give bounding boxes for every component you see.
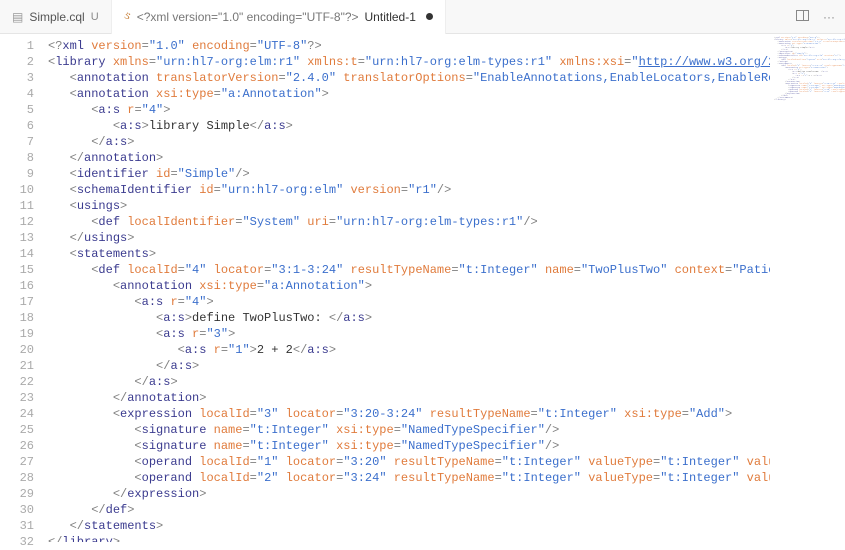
tab-untitled-1[interactable]: ઙ <?xml version="1.0" encoding="UTF-8"?>… xyxy=(112,0,446,34)
line-number: 14 xyxy=(0,246,34,262)
dirty-indicator-icon xyxy=(426,13,433,20)
line-number: 1 xyxy=(0,38,34,54)
code-line: <a:s r="3"> xyxy=(48,326,770,342)
code-line: <identifier id="Simple"/> xyxy=(48,166,770,182)
tab-modified-badge: U xyxy=(91,11,99,23)
line-number: 16 xyxy=(0,278,34,294)
tab-label: Simple.cql xyxy=(29,10,84,24)
line-number: 3 xyxy=(0,70,34,86)
more-actions-icon[interactable]: ··· xyxy=(823,10,835,24)
line-number: 26 xyxy=(0,438,34,454)
line-number: 10 xyxy=(0,182,34,198)
editor-actions: ··· xyxy=(796,10,845,24)
code-line: </a:s> xyxy=(48,374,770,390)
line-number: 28 xyxy=(0,470,34,486)
xml-icon: ઙ xyxy=(124,10,131,23)
line-number: 5 xyxy=(0,102,34,118)
line-number: 13 xyxy=(0,230,34,246)
minimap[interactable]: <?xml version="1.0" encoding="UTF-8"?><l… xyxy=(770,34,845,542)
code-line: </expression> xyxy=(48,486,770,502)
line-number-gutter: 1234567891011121314151617181920212223242… xyxy=(0,34,48,542)
code-line: <operand localId="1" locator="3:20" resu… xyxy=(48,454,770,470)
code-line: </annotation> xyxy=(48,150,770,166)
line-number: 7 xyxy=(0,134,34,150)
code-line: <annotation xsi:type="a:Annotation"> xyxy=(48,86,770,102)
code-line: <a:s r="4"> xyxy=(48,102,770,118)
code-line: <a:s>define TwoPlusTwo: </a:s> xyxy=(48,310,770,326)
split-editor-icon[interactable] xyxy=(796,10,809,24)
line-number: 21 xyxy=(0,358,34,374)
line-number: 15 xyxy=(0,262,34,278)
line-number: 23 xyxy=(0,390,34,406)
file-icon: ▤ xyxy=(12,10,23,24)
line-number: 30 xyxy=(0,502,34,518)
code-line: <operand localId="2" locator="3:24" resu… xyxy=(48,470,770,486)
code-line: <a:s>library Simple</a:s> xyxy=(48,118,770,134)
line-number: 17 xyxy=(0,294,34,310)
line-number: 24 xyxy=(0,406,34,422)
line-number: 29 xyxy=(0,486,34,502)
code-area[interactable]: <?xml version="1.0" encoding="UTF-8"?><l… xyxy=(48,34,770,542)
code-line: </statements> xyxy=(48,518,770,534)
code-line: <expression localId="3" locator="3:20-3:… xyxy=(48,406,770,422)
code-line: <signature name="t:Integer" xsi:type="Na… xyxy=(48,422,770,438)
tab-bar: ▤ Simple.cql U ઙ <?xml version="1.0" enc… xyxy=(0,0,845,34)
line-number: 18 xyxy=(0,310,34,326)
code-line: <annotation xsi:type="a:Annotation"> xyxy=(48,278,770,294)
code-line: </library> xyxy=(48,534,770,542)
code-line: </def> xyxy=(48,502,770,518)
code-line: <def localId="4" locator="3:1-3:24" resu… xyxy=(48,262,770,278)
line-number: 2 xyxy=(0,54,34,70)
code-line: <usings> xyxy=(48,198,770,214)
code-line: </annotation> xyxy=(48,390,770,406)
line-number: 20 xyxy=(0,342,34,358)
tab-prefix: <?xml version="1.0" encoding="UTF-8"?> xyxy=(137,10,359,24)
tab-label: Untitled-1 xyxy=(365,10,416,24)
line-number: 27 xyxy=(0,454,34,470)
code-line: <annotation translatorVersion="2.4.0" tr… xyxy=(48,70,770,86)
code-line: </usings> xyxy=(48,230,770,246)
editor: 1234567891011121314151617181920212223242… xyxy=(0,34,845,542)
line-number: 19 xyxy=(0,326,34,342)
line-number: 4 xyxy=(0,86,34,102)
line-number: 8 xyxy=(0,150,34,166)
code-line: <signature name="t:Integer" xsi:type="Na… xyxy=(48,438,770,454)
code-line: <a:s r="1">2 + 2</a:s> xyxy=(48,342,770,358)
line-number: 12 xyxy=(0,214,34,230)
code-line: <a:s r="4"> xyxy=(48,294,770,310)
line-number: 31 xyxy=(0,518,34,534)
code-line: <statements> xyxy=(48,246,770,262)
tab-simple-cql[interactable]: ▤ Simple.cql U xyxy=(0,0,112,34)
line-number: 25 xyxy=(0,422,34,438)
line-number: 9 xyxy=(0,166,34,182)
code-line: <def localIdentifier="System" uri="urn:h… xyxy=(48,214,770,230)
code-line: <library xmlns="urn:hl7-org:elm:r1" xmln… xyxy=(48,54,770,70)
line-number: 6 xyxy=(0,118,34,134)
code-line: <schemaIdentifier id="urn:hl7-org:elm" v… xyxy=(48,182,770,198)
line-number: 11 xyxy=(0,198,34,214)
code-line: </a:s> xyxy=(48,358,770,374)
code-line: </a:s> xyxy=(48,134,770,150)
code-line: <?xml version="1.0" encoding="UTF-8"?> xyxy=(48,38,770,54)
line-number: 22 xyxy=(0,374,34,390)
line-number: 32 xyxy=(0,534,34,550)
